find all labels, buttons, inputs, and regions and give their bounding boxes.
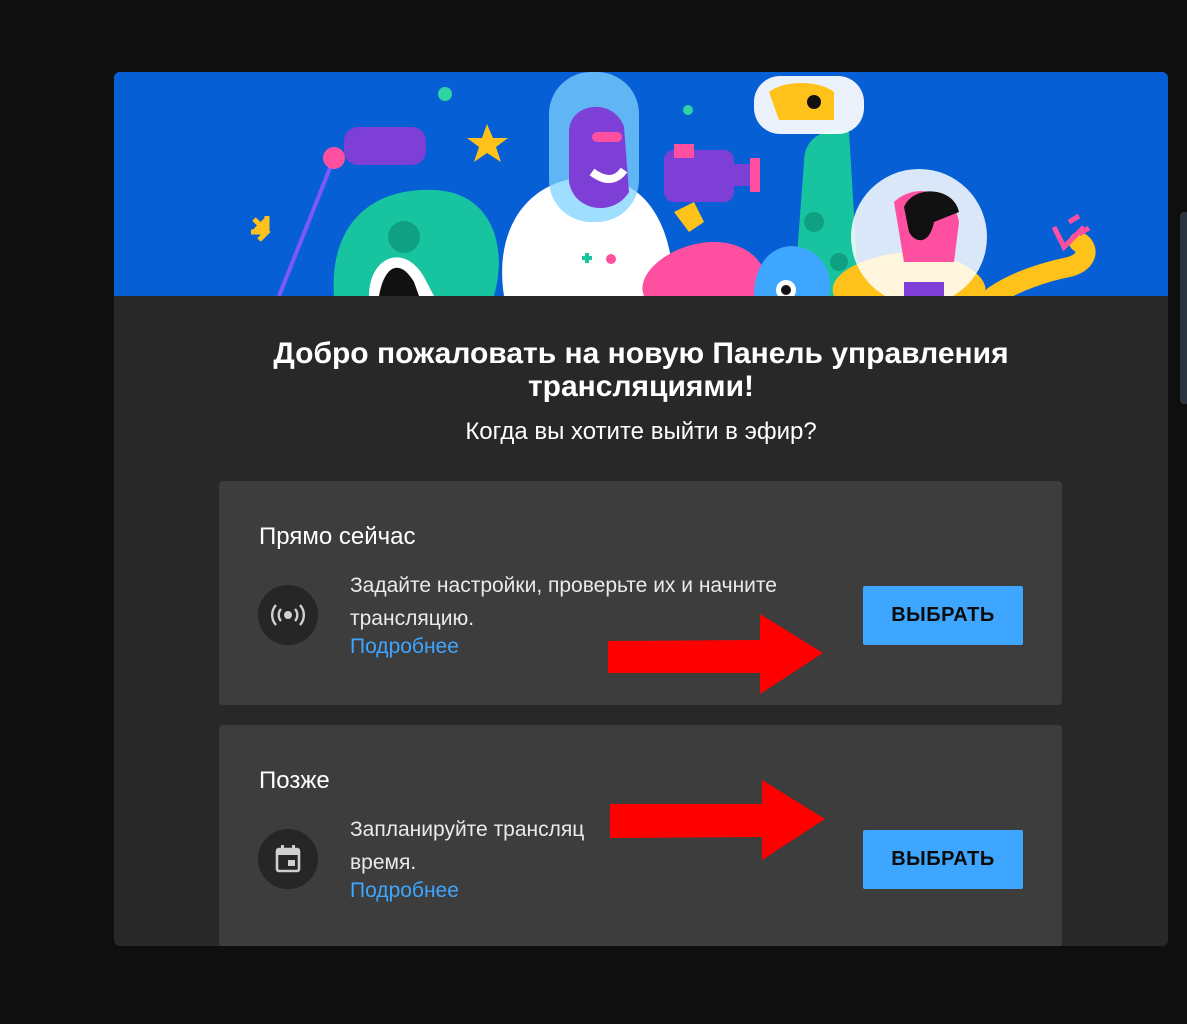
option-card-later: Позже Запланируйте трансляц время. Подро…: [219, 725, 1062, 946]
side-panel-handle: [1180, 212, 1187, 404]
option-title: Позже: [259, 767, 330, 794]
select-now-button[interactable]: ВЫБРАТЬ: [863, 586, 1023, 645]
option-description-start: Запланируйте трансляц: [350, 818, 585, 841]
illustration-art: [114, 72, 1168, 296]
welcome-illustration: [114, 72, 1168, 296]
option-description: Задайте настройки, проверьте их и начнит…: [350, 574, 777, 630]
welcome-dialog: Добро пожаловать на новую Панель управле…: [114, 72, 1168, 946]
calendar-icon: [258, 829, 318, 889]
learn-more-link[interactable]: Подробнее: [350, 635, 459, 659]
learn-more-link[interactable]: Подробнее: [350, 879, 459, 903]
option-title: Прямо сейчас: [259, 523, 416, 550]
option-card-now: Прямо сейчас Задайте настройки, проверьт…: [219, 481, 1062, 705]
page-subtitle: Когда вы хотите выйти в эфир?: [465, 418, 817, 445]
page-title: Добро пожаловать на новую Панель управле…: [273, 337, 1009, 403]
option-description-end: время.: [350, 851, 417, 874]
live-broadcast-icon: [258, 585, 318, 645]
select-later-button[interactable]: ВЫБРАТЬ: [863, 830, 1023, 889]
option-description: Запланируйте трансляц время.: [350, 813, 830, 879]
